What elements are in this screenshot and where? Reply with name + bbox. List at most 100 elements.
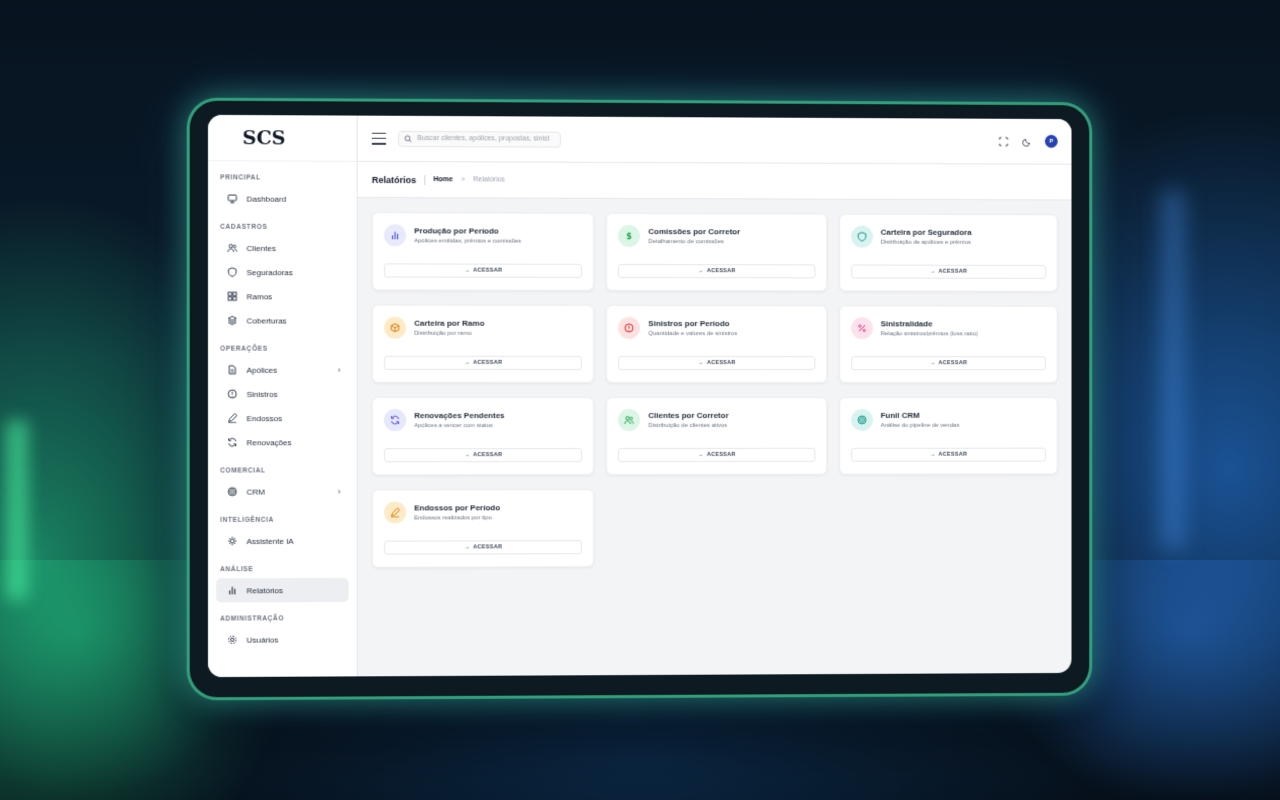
shield-icon [226,266,238,278]
arrow-right-icon: → [464,359,471,366]
background-light-bar-right [1161,190,1185,550]
access-button-label: ACESSAR [938,268,968,275]
sidebar-item-label: Endossos [246,413,283,423]
access-button[interactable]: → ACESSAR [850,356,1046,371]
sidebar-item-apolices[interactable]: Apólices › [216,358,349,382]
nav-section-title: INTELIGÊNCIA [220,516,274,524]
nav-section-title: COMERCIAL [220,467,266,475]
sidebar-item-label: Apólices [246,365,278,375]
sidebar-item-dashboard[interactable]: Dashboard [216,186,349,211]
report-title: Carteira por Seguradora [880,227,972,237]
grid-icon [226,290,238,302]
sidebar-item-coberturas[interactable]: Coberturas [216,308,349,332]
arrow-right-icon: → [464,452,471,459]
users-icon [226,242,238,254]
sidebar: SCS PRINCIPAL Dashboard CADASTROS Clientes S… [207,114,358,678]
access-button[interactable]: → ACESSAR [850,264,1046,279]
sidebar-item-label: Seguradoras [246,267,293,277]
sidebar-nav: PRINCIPAL Dashboard CADASTROS Clientes Segur… [208,161,357,652]
sidebar-item-ramos[interactable]: Ramos [216,284,349,308]
topbar: Buscar clientes, apólices, propostas, si… [357,115,1072,165]
arrow-right-icon: → [697,268,704,275]
dark-mode-icon[interactable] [1021,135,1033,147]
report-card: Renovações Pendentes Apólices a vencer co… [371,396,595,476]
report-description: Endossos realizados por tipo [414,515,492,522]
report-card-text: Renovações Pendentes Apólices a vencer co… [414,411,504,429]
search-placeholder: Buscar clientes, apólices, propostas, si… [417,134,550,143]
sidebar-item-sinistros[interactable]: Sinistros [216,382,349,406]
access-button[interactable]: → ACESSAR [618,263,816,279]
report-description: Apólices emitidas, prêmios e comissões [414,238,522,245]
nav-section-title: ANÁLISE [220,566,254,574]
report-title: Renovações Pendentes [414,411,505,421]
app-logo[interactable]: SCS [207,114,357,162]
sidebar-item-label: Dashboard [246,194,287,204]
page-title: Relatórios [371,174,426,185]
sidebar-item-label: Renovações [246,437,292,447]
access-button[interactable]: → ACESSAR [383,355,583,370]
reports-grid: Produção por Período Apólices emitidas, p… [358,198,1072,582]
avatar[interactable]: P [1044,134,1058,148]
access-button[interactable]: → ACESSAR [850,447,1046,462]
box-icon [383,316,407,339]
report-card-header: Sinistros por Período Quantidade e valore… [618,316,815,339]
sidebar-item-endossos[interactable]: Endossos [216,406,349,430]
report-description: Distribuição de apólices e prêmios [880,239,971,246]
sidebar-item-renovacoes[interactable]: Renovações [216,430,349,454]
access-button-label: ACESSAR [473,267,503,274]
menu-toggle-icon[interactable] [371,132,387,145]
gear-icon [226,634,238,646]
sidebar-item-relatorios[interactable]: Relatórios [216,577,349,603]
report-description: Relação sinistros/prêmios (loss ratio) [880,331,978,338]
access-button[interactable]: → ACESSAR [383,540,583,555]
main-area: Buscar clientes, apólices, propostas, si… [357,115,1072,677]
access-button-label: ACESSAR [938,451,968,458]
arrow-right-icon: → [929,268,936,275]
sidebar-item-crm[interactable]: CRM › [216,479,349,503]
access-button-label: ACESSAR [706,360,736,367]
report-card: $ Comissões por Corretor Detalhamento de c… [606,212,827,292]
report-card-header: Carteira por Seguradora Distribuição de a… [850,225,1046,248]
breadcrumb-home-link[interactable]: Home [433,176,453,183]
report-card-header: Clientes por Corretor Distribuição de cli… [618,409,815,432]
file-icon [226,364,238,376]
tablet-frame: SCS PRINCIPAL Dashboard CADASTROS Clientes S… [186,97,1093,701]
bar-chart-icon [383,224,407,247]
report-title: Carteira por Ramo [414,318,485,328]
nav-section-title: CADASTROS [220,223,268,231]
percent-icon [850,317,873,340]
access-button[interactable]: → ACESSAR [383,263,583,278]
report-card-text: Comissões por Corretor Detalhamento de co… [648,227,740,245]
report-description: Distribuição por ramo [414,330,472,337]
sidebar-item-label: Ramos [246,291,273,301]
report-card: Carteira por Seguradora Distribuição de a… [838,213,1058,292]
report-title: Sinistros por Período [648,319,730,329]
chevron-right-icon: › [337,364,341,375]
report-card-text: Funil CRM Análise do pipeline de vendas [881,411,960,429]
access-button[interactable]: → ACESSAR [618,447,816,463]
report-card-header: Sinistralidade Relação sinistros/prêmios … [850,317,1046,340]
dollar-icon: $ [618,224,641,247]
nav-section-title: PRINCIPAL [220,174,261,182]
nav-section-title: OPERAÇÕES [220,345,268,353]
layers-icon [226,314,238,326]
users-icon [618,409,641,432]
cpu-icon [226,535,238,547]
search-input[interactable]: Buscar clientes, apólices, propostas, si… [398,130,561,148]
fullscreen-icon[interactable] [998,135,1010,147]
target-icon [850,408,873,431]
report-card-header: Funil CRM Análise do pipeline de vendas [850,408,1046,431]
sidebar-item-clientes[interactable]: Clientes [216,236,349,260]
report-card-header: Renovações Pendentes Apólices a vencer co… [383,409,582,432]
access-button[interactable]: → ACESSAR [618,355,816,371]
report-description: Quantidade e valores de sinistros [648,331,738,338]
report-description: Distribuição de clientes ativos [648,422,728,429]
report-card-header: Produção por Período Apólices emitidas, p… [383,224,582,247]
chevron-right-icon: › [337,486,341,497]
access-button-label: ACESSAR [706,451,736,458]
sidebar-item-assistente-ia[interactable]: Assistente IA [216,529,349,553]
access-button[interactable]: → ACESSAR [383,448,583,463]
sidebar-item-seguradoras[interactable]: Seguradoras [216,260,349,284]
search-icon [404,134,412,142]
sidebar-item-usuarios[interactable]: Usuários [216,627,349,652]
